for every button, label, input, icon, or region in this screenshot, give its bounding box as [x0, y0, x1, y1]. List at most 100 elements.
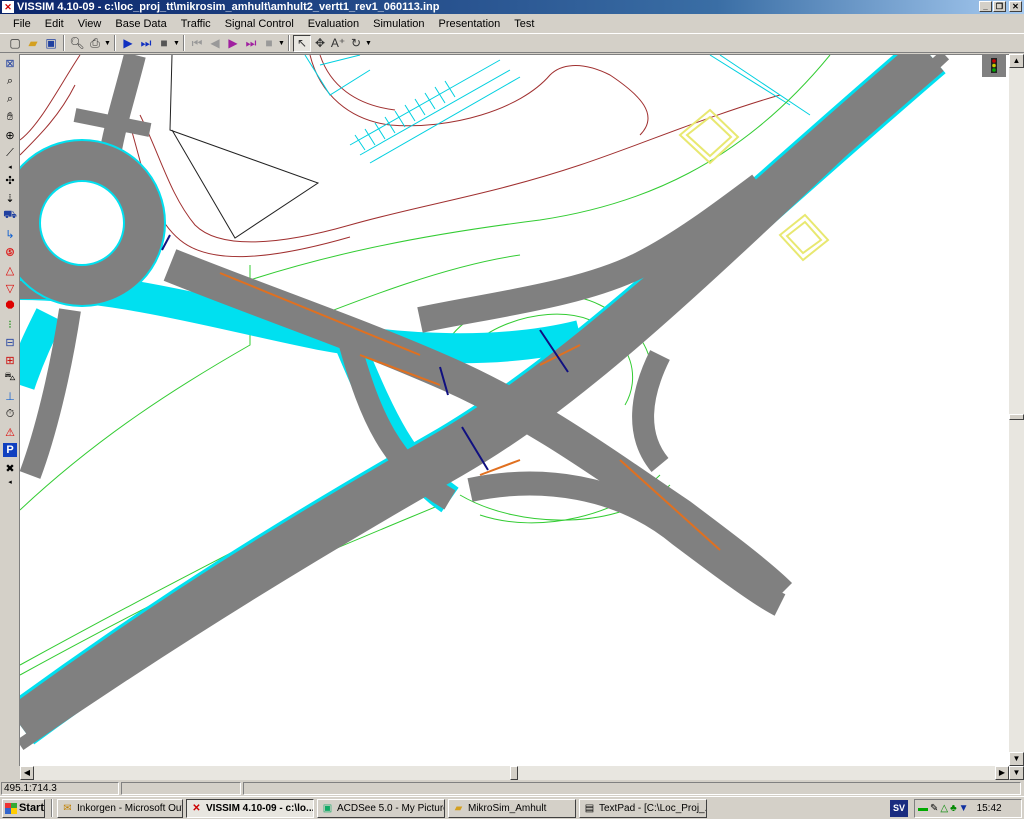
pen-tray-icon[interactable]: ✎ — [930, 803, 938, 814]
vertical-scroll-thumb[interactable] — [1009, 414, 1024, 420]
stop-icon[interactable]: ■ — [155, 35, 173, 52]
animation-dropdown-icon[interactable]: ▼ — [278, 40, 285, 47]
play-icon[interactable]: ▶ — [119, 35, 137, 52]
scroll-left-icon[interactable]: ◀ — [20, 766, 34, 780]
scroll-right-icon[interactable]: ▶ — [995, 766, 1009, 780]
measurement-section-icon[interactable]: ⊥ — [1, 387, 19, 405]
menu-file[interactable]: File — [6, 18, 38, 30]
toolbar-separator — [63, 35, 65, 51]
zoom-in-icon[interactable]: ⌕ — [1, 72, 19, 90]
menu-simulation[interactable]: Simulation — [366, 18, 431, 30]
add-text-icon[interactable]: A⁺ — [329, 35, 347, 52]
toolbar-separator — [288, 35, 290, 51]
task-textpad[interactable]: ▤ TextPad - [C:\Loc_Proj_... — [579, 798, 707, 818]
stop-sign-icon[interactable]: ⯃ — [1, 297, 19, 315]
start-label: Start — [18, 802, 44, 814]
horizontal-scrollbar[interactable]: ◀ ▶ — [20, 766, 1009, 780]
transit-stop-icon[interactable]: ⊞ — [1, 351, 19, 369]
menu-traffic[interactable]: Traffic — [174, 18, 218, 30]
system-tray: ▬ ✎ △ ♣ ▼ 15:42 — [914, 799, 1022, 818]
task-outlook[interactable]: ✉ Inkorgen - Microsoft Outl... — [57, 798, 183, 818]
zoom-network-icon[interactable]: ⊕ — [1, 126, 19, 144]
print-dropdown-icon[interactable]: ▼ — [104, 40, 111, 47]
menu-view[interactable]: View — [71, 18, 109, 30]
link-tool-icon[interactable]: ⟋ — [1, 144, 19, 162]
speed-limit-icon[interactable]: ⓹ — [1, 243, 19, 261]
stop-dropdown-icon[interactable]: ▼ — [173, 40, 180, 47]
vissim-app-icon[interactable]: ✕ — [2, 1, 14, 13]
scroll-corner-dropdown-icon[interactable]: ▼ — [1009, 766, 1024, 780]
pan-hand-icon[interactable]: ✋︎ — [1, 108, 19, 126]
menu-base-data[interactable]: Base Data — [108, 18, 173, 30]
signal-head-icon[interactable]: ⁝ — [1, 315, 19, 333]
move-network-icon[interactable]: ✥ — [311, 35, 329, 52]
warning-tray-icon[interactable]: △ — [940, 803, 948, 814]
palette-more-icon[interactable]: ◂ — [1, 162, 19, 171]
windows-taskbar: Start ✉ Inkorgen - Microsoft Outl... ✕ V… — [0, 796, 1024, 819]
network-tray-icon[interactable]: ▬ — [918, 803, 928, 814]
palette-more-icon[interactable]: ◂ — [1, 477, 19, 486]
animation-stop-icon[interactable]: ■ — [260, 35, 278, 52]
give-way-sign-icon[interactable]: ▽ — [1, 279, 19, 297]
zoom-out-icon[interactable]: ⌕ — [1, 90, 19, 108]
rotate-dropdown-icon[interactable]: ▼ — [365, 40, 372, 47]
scroll-down-icon[interactable]: ▼ — [1009, 752, 1024, 766]
vertical-scrollbar[interactable]: ▲ ▼ — [1009, 54, 1024, 766]
task-label: VISSIM 4.10-09 - c:\lo... — [206, 802, 314, 814]
vehicle-input-icon[interactable]: ⛟ — [1, 207, 19, 225]
toolbar: ▢ ▰ ▣ 🔍︎ ⎙ ▼ ▶ ⏭ ■ ▼ ⏮ ◀ ▶ ⏭ ■ ▼ ↖ ✥ A⁺ … — [0, 33, 1024, 53]
menu-evaluation[interactable]: Evaluation — [301, 18, 366, 30]
acdsee-icon: ▣ — [322, 802, 333, 814]
new-file-icon[interactable]: ▢ — [6, 35, 24, 52]
horizontal-scroll-thumb[interactable] — [510, 766, 518, 780]
task-label: TextPad - [C:\Loc_Proj_... — [599, 802, 707, 814]
start-button[interactable]: Start — [2, 798, 45, 818]
routing-icon[interactable]: ↳ — [1, 225, 19, 243]
task-folder[interactable]: ▰ MikroSim_Amhult — [448, 798, 576, 818]
vissim-window: ✕ VISSIM 4.10-09 - c:\loc_proj_tt\mikros… — [0, 0, 1024, 819]
restore-button[interactable]: ❐ — [993, 1, 1006, 12]
title-bar[interactable]: ✕ VISSIM 4.10-09 - c:\loc_proj_tt\mikros… — [0, 0, 1024, 14]
menu-edit[interactable]: Edit — [38, 18, 71, 30]
antivirus-tray-icon[interactable]: ▼ — [959, 803, 969, 814]
network-editor-palette: ⊠ ⌕ ⌕ ✋︎ ⊕ ⟋ ◂ ✣ ⇣ ⛟ ↳ ⓹ △ ▽ ⯃ ⁝ ⊟ ⊞ ⛍ ⊥… — [0, 54, 20, 766]
rewind-icon[interactable]: ⏮ — [188, 35, 206, 52]
parking-lot-icon[interactable]: P — [3, 443, 17, 457]
open-folder-icon[interactable]: ▰ — [24, 35, 42, 52]
print-icon[interactable]: ⎙ — [86, 35, 104, 52]
task-vissim[interactable]: ✕ VISSIM 4.10-09 - c:\lo... — [186, 798, 314, 818]
save-disk-icon[interactable]: ▣ — [42, 35, 60, 52]
print-preview-icon[interactable]: 🔍︎ — [68, 35, 86, 52]
animation-play-icon[interactable]: ▶ — [224, 35, 242, 52]
minimize-button[interactable]: _ — [979, 1, 992, 12]
select-pointer-icon[interactable]: ↖ — [293, 34, 311, 52]
single-step-icon[interactable]: ⏭ — [137, 35, 155, 52]
connector-tool-icon[interactable]: ⇣ — [1, 189, 19, 207]
status-cell-3 — [243, 782, 1021, 795]
clock[interactable]: 15:42 — [977, 803, 1002, 814]
rotate-icon[interactable]: ↻ — [347, 35, 365, 52]
network-canvas[interactable] — [20, 54, 1009, 766]
bus-route-icon[interactable]: ⛍ — [1, 369, 19, 387]
signal-overview-icon[interactable] — [982, 55, 1006, 77]
network-window-icon[interactable]: ⊠ — [1, 54, 19, 72]
travel-time-icon[interactable]: ⏱ — [1, 405, 19, 423]
menu-signal-control[interactable]: Signal Control — [218, 18, 301, 30]
animation-step-icon[interactable]: ⏭ — [242, 35, 260, 52]
crossing-tool-icon[interactable]: ✖ — [1, 459, 19, 477]
sync-tray-icon[interactable]: ♣ — [950, 803, 957, 814]
detector-icon[interactable]: ⊟ — [1, 333, 19, 351]
menu-test[interactable]: Test — [507, 18, 541, 30]
conflict-area-icon[interactable]: ⚠︎ — [1, 423, 19, 441]
warning-sign-icon[interactable]: △ — [1, 261, 19, 279]
language-indicator[interactable]: SV — [890, 800, 908, 817]
close-button[interactable]: ✕ — [1009, 1, 1022, 12]
menu-presentation[interactable]: Presentation — [432, 18, 508, 30]
task-acdsee[interactable]: ▣ ACDSee 5.0 - My Pictures — [317, 798, 445, 818]
scroll-up-icon[interactable]: ▲ — [1009, 54, 1024, 68]
node-tool-icon[interactable]: ✣ — [1, 171, 19, 189]
roundabout-island — [39, 180, 125, 266]
window-title: VISSIM 4.10-09 - c:\loc_proj_tt\mikrosim… — [17, 1, 440, 13]
status-cell-2 — [121, 782, 241, 795]
back-icon[interactable]: ◀ — [206, 35, 224, 52]
